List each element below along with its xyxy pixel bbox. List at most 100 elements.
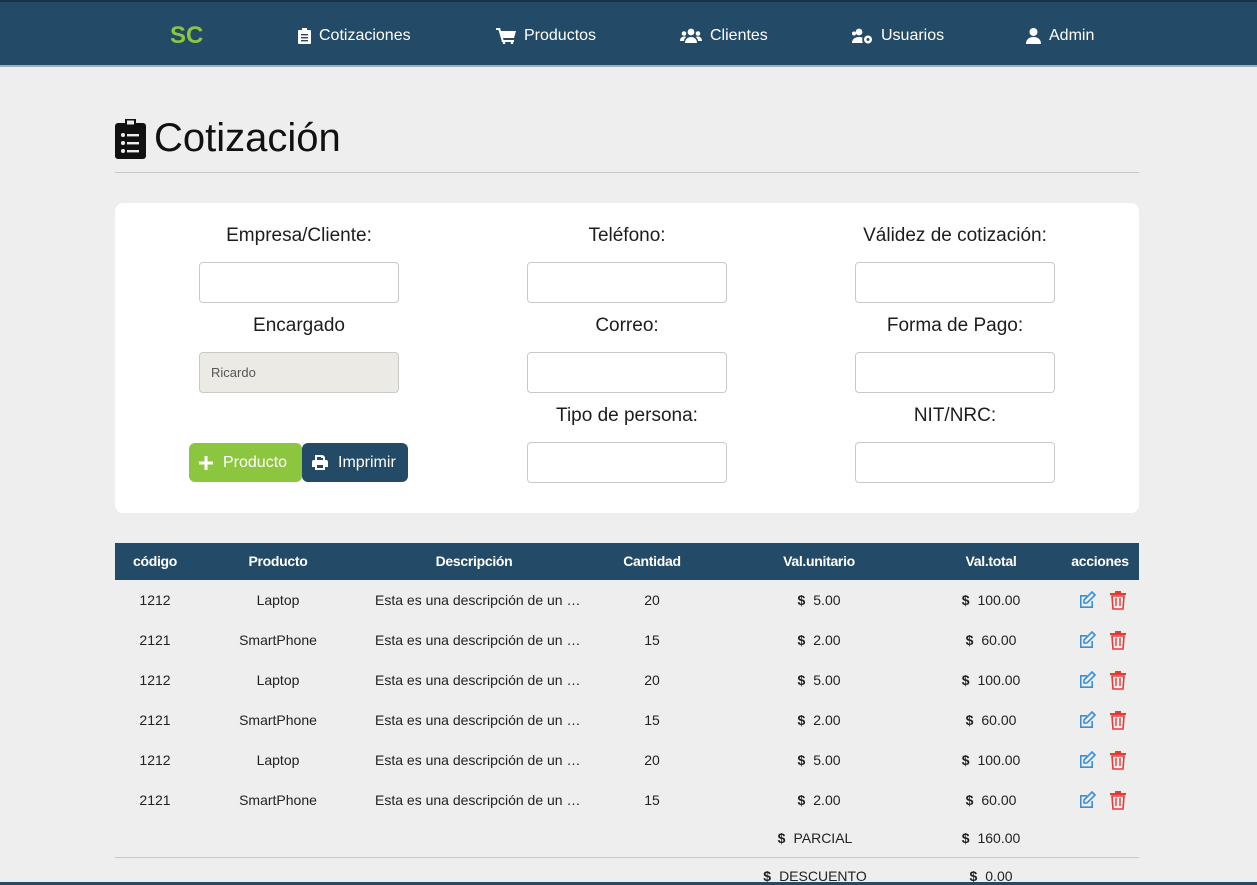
nav-label: Cotizaciones	[319, 27, 411, 44]
currency-symbol: $	[797, 672, 806, 688]
cell-cantidad: 15	[644, 632, 660, 648]
forma-pago-input[interactable]	[855, 352, 1055, 393]
cell-cantidad: 20	[644, 752, 660, 768]
total-value: 100.00	[977, 592, 1021, 608]
delete-icon[interactable]	[1109, 790, 1129, 810]
table-row: 2121 SmartPhone Esta es una descripción …	[115, 780, 1139, 820]
brand-logo[interactable]: SC	[170, 22, 203, 50]
cell-descripcion: Esta es una descripción de un p...	[375, 592, 585, 608]
user-icon	[1026, 28, 1041, 44]
summary-value: 160.00	[977, 830, 1021, 846]
nav-label: Productos	[524, 27, 597, 44]
table-row: 2121 SmartPhone Esta es una descripción …	[115, 620, 1139, 660]
currency-symbol: $	[961, 672, 970, 688]
edit-icon[interactable]	[1077, 710, 1097, 730]
edit-icon[interactable]	[1077, 750, 1097, 770]
currency-symbol: $	[961, 752, 970, 768]
add-product-label: Producto	[223, 453, 288, 471]
shopping-cart-icon	[496, 28, 516, 44]
cell-total: $100.00	[935, 660, 1047, 700]
row-actions	[1077, 710, 1129, 730]
nit-input[interactable]	[855, 442, 1055, 483]
forma-pago-label: Forma de Pago:	[886, 315, 1024, 336]
cell-producto: SmartPhone	[239, 632, 317, 648]
delete-icon[interactable]	[1109, 710, 1129, 730]
row-actions	[1077, 750, 1129, 770]
summary-label-cell: $ DESCUENTO	[715, 856, 915, 885]
print-button[interactable]: Imprimir	[302, 443, 408, 482]
cell-unitario: $2.00	[755, 700, 883, 740]
cell-producto: SmartPhone	[239, 792, 317, 808]
encargado-label: Encargado	[253, 315, 345, 336]
currency-symbol: $	[965, 792, 974, 808]
validez-input[interactable]	[855, 262, 1055, 303]
edit-icon[interactable]	[1077, 590, 1097, 610]
edit-icon[interactable]	[1077, 790, 1097, 810]
table-row: 1212 Laptop Esta es una descripción de u…	[115, 580, 1139, 620]
total-value: 100.00	[977, 752, 1021, 768]
total-value: 60.00	[981, 712, 1017, 728]
delete-icon[interactable]	[1109, 590, 1129, 610]
tipo-persona-input[interactable]	[527, 442, 727, 483]
nav-label: Usuarios	[881, 27, 945, 44]
telefono-input[interactable]	[527, 262, 727, 303]
cell-codigo: 1212	[139, 752, 171, 768]
title-divider	[115, 172, 1139, 173]
col-descripcion[interactable]: Descripción	[374, 543, 574, 580]
encargado-input[interactable]	[199, 352, 399, 393]
cell-producto: Laptop	[256, 592, 300, 608]
unitario-value: 2.00	[813, 792, 841, 808]
row-actions	[1077, 590, 1129, 610]
cell-cantidad: 20	[644, 592, 660, 608]
add-product-button[interactable]: Producto	[189, 443, 302, 482]
unitario-value: 5.00	[813, 752, 841, 768]
cell-descripcion: Esta es una descripción de un p...	[375, 712, 585, 728]
telefono-label: Teléfono:	[588, 225, 666, 246]
summary-value-cell: $160.00	[935, 818, 1047, 858]
cell-producto: Laptop	[256, 752, 300, 768]
row-actions	[1077, 630, 1129, 650]
nav-item-productos[interactable]: Productos	[496, 24, 596, 48]
currency-symbol: $	[777, 830, 786, 846]
total-value: 100.00	[977, 672, 1021, 688]
cell-codigo: 2121	[139, 792, 171, 808]
edit-icon[interactable]	[1077, 630, 1097, 650]
validez-label: Válidez de cotización:	[863, 225, 1047, 246]
nit-label: NIT/NRC:	[913, 405, 997, 426]
correo-input[interactable]	[527, 352, 727, 393]
col-cantidad[interactable]: Cantidad	[602, 543, 702, 580]
unitario-value: 2.00	[813, 712, 841, 728]
nav-item-clientes[interactable]: Clientes	[680, 24, 768, 48]
summary-divider	[115, 857, 1139, 858]
nav-item-usuarios[interactable]: Usuarios	[851, 24, 944, 48]
col-unitario[interactable]: Val.unitario	[755, 543, 883, 580]
cell-unitario: $2.00	[755, 780, 883, 820]
cell-total: $100.00	[935, 580, 1047, 620]
delete-icon[interactable]	[1109, 670, 1129, 690]
top-navbar: SC Cotizaciones Productos Clientes Usuar…	[0, 0, 1257, 67]
cell-total: $60.00	[935, 620, 1047, 660]
nav-item-admin[interactable]: Admin	[1026, 24, 1094, 48]
currency-symbol: $	[797, 752, 806, 768]
edit-icon[interactable]	[1077, 670, 1097, 690]
currency-symbol: $	[961, 592, 970, 608]
summary-row: $ DESCUENTO $0.00	[115, 856, 1139, 885]
col-producto[interactable]: Producto	[223, 543, 333, 580]
correo-label: Correo:	[595, 315, 659, 336]
currency-symbol: $	[797, 792, 806, 808]
col-codigo[interactable]: código	[115, 543, 195, 580]
cell-total: $100.00	[935, 740, 1047, 780]
empresa-input[interactable]	[199, 262, 399, 303]
delete-icon[interactable]	[1109, 630, 1129, 650]
col-total[interactable]: Val.total	[935, 543, 1047, 580]
cell-cantidad: 15	[644, 792, 660, 808]
unitario-value: 5.00	[813, 592, 841, 608]
cell-unitario: $2.00	[755, 620, 883, 660]
nav-item-cotizaciones[interactable]: Cotizaciones	[298, 24, 411, 48]
delete-icon[interactable]	[1109, 750, 1129, 770]
summary-label-cell: $ PARCIAL	[715, 818, 915, 858]
cell-total: $60.00	[935, 780, 1047, 820]
summary-row: $ PARCIAL $160.00	[115, 818, 1139, 856]
nav-label: Admin	[1049, 27, 1095, 44]
plus-icon	[199, 455, 213, 470]
